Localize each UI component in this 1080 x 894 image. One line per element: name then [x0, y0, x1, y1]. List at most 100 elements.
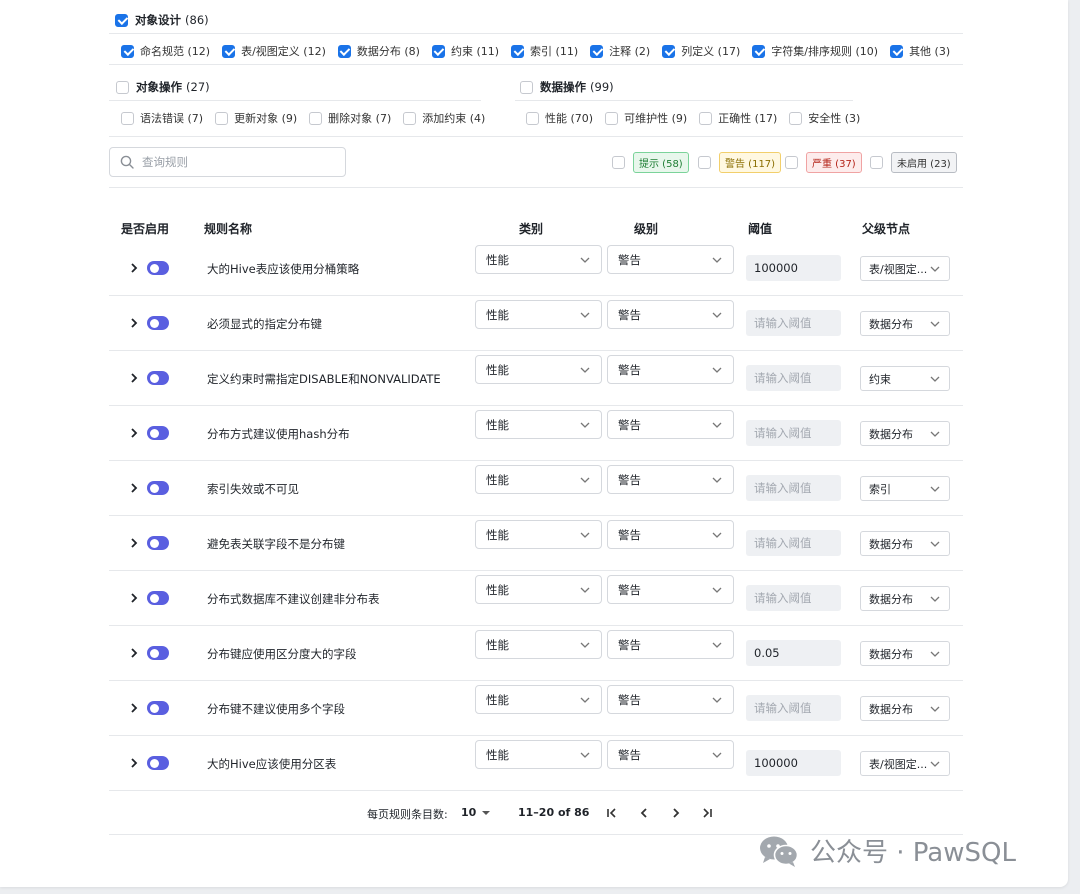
level-filter[interactable]: 严重 (37) — [785, 152, 862, 173]
expand-chevron-icon[interactable] — [129, 263, 139, 273]
filter-checkbox[interactable] — [890, 44, 904, 58]
threshold-input[interactable]: 100000 — [746, 750, 841, 776]
filter-option[interactable]: 注释 (2) — [590, 43, 650, 59]
category-select[interactable]: 性能 — [475, 355, 602, 384]
filter-option[interactable]: 正确性 (17) — [699, 110, 777, 126]
filter-option[interactable]: 性能 (70) — [526, 110, 593, 126]
object-ops-header[interactable]: 对象操作 (27) — [116, 79, 210, 95]
enable-toggle[interactable] — [147, 701, 169, 715]
per-page-select[interactable]: 10 — [461, 806, 492, 819]
filter-checkbox[interactable] — [121, 111, 134, 125]
filter-checkbox[interactable] — [662, 44, 676, 58]
category-select[interactable]: 性能 — [475, 520, 602, 549]
enable-toggle[interactable] — [147, 481, 169, 495]
filter-checkbox[interactable] — [511, 44, 525, 58]
object-design-header[interactable]: 对象设计 (86) — [115, 12, 209, 28]
level-select[interactable]: 警告 — [607, 245, 734, 274]
parent-select[interactable]: 数据分布 — [860, 311, 950, 336]
search-box[interactable] — [109, 147, 346, 177]
expand-chevron-icon[interactable] — [129, 428, 139, 438]
filter-checkbox[interactable] — [526, 111, 539, 125]
search-input[interactable] — [142, 155, 332, 169]
threshold-input[interactable]: 100000 — [746, 255, 841, 281]
level-filter[interactable]: 未启用 (23) — [870, 152, 957, 173]
filter-checkbox[interactable] — [752, 44, 766, 58]
expand-chevron-icon[interactable] — [129, 483, 139, 493]
enable-toggle[interactable] — [147, 536, 169, 550]
level-checkbox[interactable] — [785, 156, 798, 169]
first-page-button[interactable] — [605, 806, 619, 820]
parent-select[interactable]: 数据分布 — [860, 421, 950, 446]
filter-checkbox[interactable] — [590, 44, 604, 58]
filter-checkbox[interactable] — [215, 111, 229, 125]
enable-toggle[interactable] — [147, 316, 169, 330]
level-select[interactable]: 警告 — [607, 520, 734, 549]
filter-checkbox[interactable] — [431, 44, 445, 58]
enable-toggle[interactable] — [147, 371, 169, 385]
filter-option[interactable]: 安全性 (3) — [789, 110, 860, 126]
object-design-checkbox[interactable] — [115, 13, 128, 27]
filter-checkbox[interactable] — [121, 44, 134, 58]
expand-chevron-icon[interactable] — [129, 373, 139, 383]
category-select[interactable]: 性能 — [475, 410, 602, 439]
parent-select[interactable]: 数据分布 — [860, 696, 950, 721]
filter-option[interactable]: 命名规范 (12) — [121, 43, 210, 59]
expand-chevron-icon[interactable] — [129, 758, 139, 768]
level-select[interactable]: 警告 — [607, 355, 734, 384]
parent-select[interactable]: 数据分布 — [860, 531, 950, 556]
enable-toggle[interactable] — [147, 646, 169, 660]
parent-select[interactable]: 数据分布 — [860, 641, 950, 666]
parent-select[interactable]: 约束 — [860, 366, 950, 391]
level-select[interactable]: 警告 — [607, 630, 734, 659]
category-select[interactable]: 性能 — [475, 300, 602, 329]
filter-option[interactable]: 索引 (11) — [511, 43, 578, 59]
category-select[interactable]: 性能 — [475, 740, 602, 769]
object-ops-checkbox[interactable] — [116, 80, 129, 94]
level-select[interactable]: 警告 — [607, 410, 734, 439]
enable-toggle[interactable] — [147, 261, 169, 275]
threshold-input[interactable]: 请输入阈值 — [746, 695, 841, 721]
level-select[interactable]: 警告 — [607, 300, 734, 329]
filter-checkbox[interactable] — [403, 111, 417, 125]
category-select[interactable]: 性能 — [475, 245, 602, 274]
last-page-button[interactable] — [700, 806, 714, 820]
filter-option[interactable]: 表/视图定义 (12) — [222, 43, 326, 59]
level-filter[interactable]: 警告 (117) — [698, 152, 782, 173]
filter-option[interactable]: 可维护性 (9) — [605, 110, 687, 126]
expand-chevron-icon[interactable] — [129, 703, 139, 713]
enable-toggle[interactable] — [147, 426, 169, 440]
category-select[interactable]: 性能 — [475, 465, 602, 494]
filter-option[interactable]: 添加约束 (4) — [403, 110, 485, 126]
threshold-input[interactable]: 请输入阈值 — [746, 420, 841, 446]
level-select[interactable]: 警告 — [607, 575, 734, 604]
filter-checkbox[interactable] — [337, 44, 351, 58]
expand-chevron-icon[interactable] — [129, 593, 139, 603]
filter-checkbox[interactable] — [222, 44, 236, 58]
filter-option[interactable]: 删除对象 (7) — [309, 110, 391, 126]
enable-toggle[interactable] — [147, 756, 169, 770]
filter-checkbox[interactable] — [789, 111, 803, 125]
threshold-input[interactable]: 请输入阈值 — [746, 475, 841, 501]
level-select[interactable]: 警告 — [607, 465, 734, 494]
level-checkbox[interactable] — [870, 156, 883, 169]
expand-chevron-icon[interactable] — [129, 538, 139, 548]
expand-chevron-icon[interactable] — [129, 648, 139, 658]
filter-checkbox[interactable] — [699, 111, 713, 125]
filter-checkbox[interactable] — [309, 111, 323, 125]
threshold-input[interactable]: 请输入阈值 — [746, 365, 841, 391]
category-select[interactable]: 性能 — [475, 630, 602, 659]
category-select[interactable]: 性能 — [475, 685, 602, 714]
parent-select[interactable]: 数据分布 — [860, 586, 950, 611]
filter-option[interactable]: 字符集/排序规则 (10) — [752, 43, 878, 59]
filter-option[interactable]: 语法错误 (7) — [121, 110, 203, 126]
filter-option[interactable]: 数据分布 (8) — [337, 43, 420, 59]
parent-select[interactable]: 表/视图定... — [860, 256, 950, 281]
prev-page-button[interactable] — [637, 806, 651, 820]
filter-option[interactable]: 其他 (3) — [890, 43, 950, 59]
expand-chevron-icon[interactable] — [129, 318, 139, 328]
next-page-button[interactable] — [669, 806, 683, 820]
level-select[interactable]: 警告 — [607, 685, 734, 714]
threshold-input[interactable]: 请输入阈值 — [746, 530, 841, 556]
category-select[interactable]: 性能 — [475, 575, 602, 604]
level-filter[interactable]: 提示 (58) — [612, 152, 689, 173]
